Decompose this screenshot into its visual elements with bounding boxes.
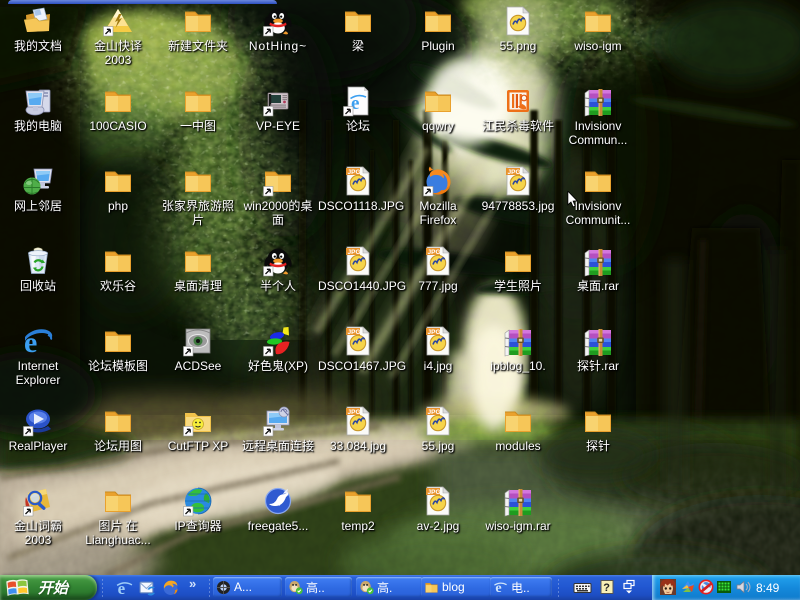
- svg-text:?: ?: [603, 582, 610, 594]
- svg-text:e: e: [118, 579, 126, 596]
- svg-text:e: e: [495, 580, 501, 595]
